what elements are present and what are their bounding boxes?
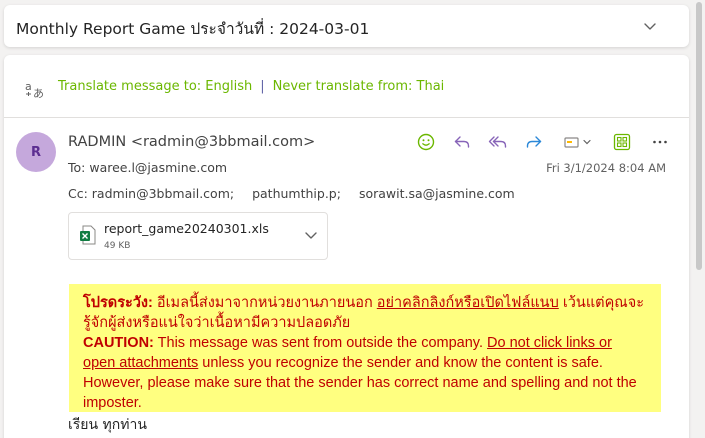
body-greeting: เรียน ทุกท่าน — [68, 417, 147, 433]
subject-header: Monthly Report Game ประจำวันที่ : 2024-0… — [4, 5, 689, 47]
sender-name[interactable]: RADMIN <radmin@3bbmail.com> — [68, 134, 315, 150]
caution-th-text: อีเมลนี้ส่งมาจากหน่วยงานภายนอก — [152, 295, 377, 311]
translate-message-link[interactable]: Translate message to: English — [58, 79, 252, 94]
sent-datetime: Fri 3/1/2024 8:04 AM — [546, 161, 666, 175]
reply-all-icon[interactable] — [486, 130, 510, 154]
apps-icon[interactable] — [610, 130, 634, 154]
attachment-filename: report_game20240301.xls — [104, 221, 269, 236]
attachment-size: 49 KB — [104, 241, 131, 251]
chevron-down-icon[interactable] — [641, 17, 659, 35]
reply-icon[interactable] — [450, 130, 474, 154]
cc-recipient[interactable]: sorawit.sa@jasmine.com — [359, 186, 515, 201]
caution-th-label: โปรดระวัง: — [83, 295, 153, 311]
translate-icon: a あ — [25, 80, 44, 99]
avatar[interactable]: R — [16, 132, 56, 172]
to-label: To: — [68, 160, 86, 175]
cc-label: Cc: — [68, 186, 88, 201]
cc-recipient[interactable]: pathumthip.p; — [252, 186, 341, 201]
caution-en-label: CAUTION: — [83, 335, 154, 351]
more-icon[interactable] — [648, 130, 672, 154]
caution-th-link: อย่าคลิกลิงก์หรือเปิดไฟล์แนบ — [376, 295, 559, 311]
svg-text:あ: あ — [33, 87, 44, 99]
email-subject: Monthly Report Game ประจำวันที่ : 2024-0… — [16, 20, 370, 38]
cc-recipient[interactable]: radmin@3bbmail.com; — [92, 186, 234, 201]
divider — [4, 117, 689, 118]
more-actions-dropdown-icon[interactable] — [560, 130, 596, 154]
to-recipient[interactable]: waree.l@jasmine.com — [89, 160, 227, 175]
translate-separator: | — [260, 79, 265, 94]
cc-line: Cc: radmin@3bbmail.com; pathumthip.p; so… — [68, 186, 515, 201]
message-pane: a あ Translate message to: English | Never … — [4, 55, 689, 438]
to-line: To: waree.l@jasmine.com — [68, 160, 227, 175]
never-translate-link[interactable]: Never translate from: Thai — [273, 79, 445, 94]
caution-en-text: This message was sent from outside the c… — [153, 335, 488, 351]
attachment-card[interactable]: report_game20240301.xls 49 KB — [68, 212, 328, 260]
scrollbar-thumb[interactable] — [696, 2, 702, 270]
scrollbar[interactable] — [693, 0, 705, 438]
forward-icon[interactable] — [522, 130, 546, 154]
emoji-icon[interactable] — [414, 130, 438, 154]
excel-file-icon — [80, 225, 96, 245]
svg-text:a: a — [25, 80, 32, 93]
chevron-down-icon[interactable] — [303, 227, 319, 243]
translate-bar: Translate message to: English | Never tran… — [58, 79, 444, 94]
external-email-warning: โปรดระวัง: อีเมลนี้ส่งมาจากหน่วยงานภายนอ… — [69, 284, 661, 412]
